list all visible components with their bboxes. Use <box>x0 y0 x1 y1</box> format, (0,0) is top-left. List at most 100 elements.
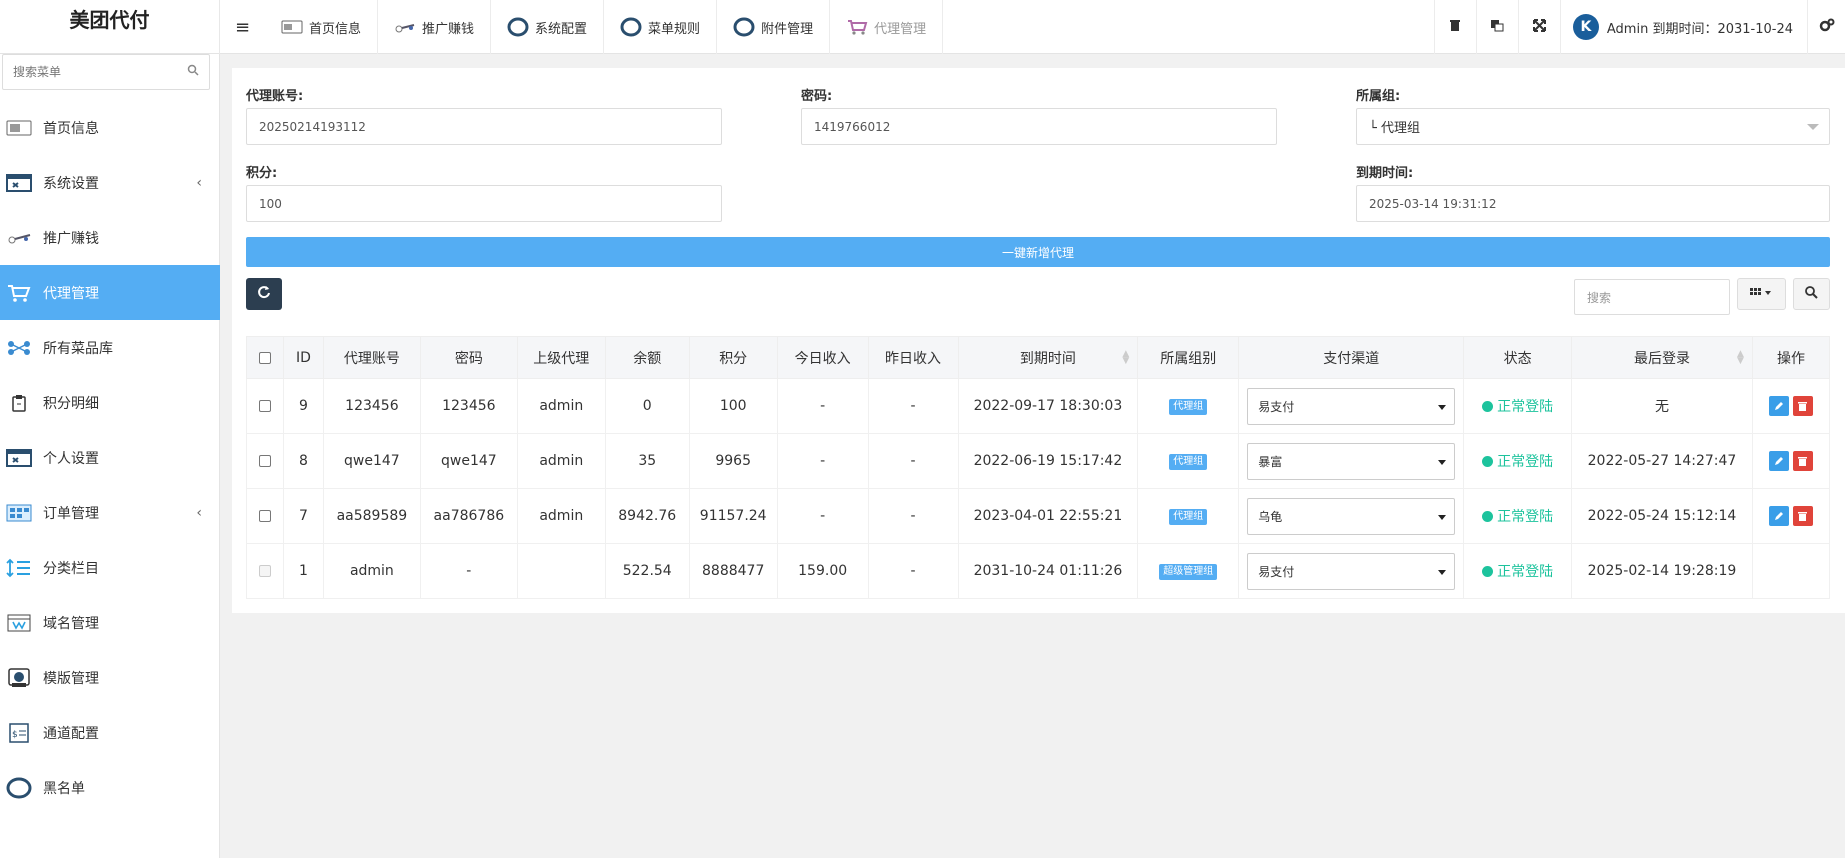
agent-table: ID 代理账号 密码 上级代理 余额 积分 今日收入 昨日收入 到期时间 ▲ ▼ 所… <box>246 336 1831 599</box>
add-agent-button[interactable]: 一键新增代理 <box>246 237 1830 267</box>
user-info[interactable]: K Admin 到期时间：2031-10-24 <box>1559 0 1807 54</box>
pay-channel-select[interactable]: 易支付 <box>1247 552 1456 590</box>
tab-attachments[interactable]: 附件管理 <box>717 0 831 54</box>
cell-actions <box>1751 433 1831 489</box>
cart-icon <box>4 283 34 303</box>
sidebar-item-agent-management[interactable]: 代理管理 <box>0 265 220 320</box>
satellite-icon <box>394 20 416 34</box>
translate-button[interactable] <box>1475 0 1518 54</box>
row-select-cell[interactable] <box>246 488 284 544</box>
chevron-down-icon <box>1438 404 1447 410</box>
row-checkbox[interactable] <box>258 400 271 412</box>
sidebar-item-promote[interactable]: 推广赚钱 <box>0 210 220 265</box>
cell-pay-channel: 暴富 <box>1238 433 1465 489</box>
select-all-checkbox[interactable] <box>258 351 271 364</box>
clipboard-icon <box>4 393 34 413</box>
select-all-cell[interactable] <box>246 336 284 379</box>
chevron-down-icon <box>1438 514 1447 520</box>
sidebar-item-category[interactable]: 分类栏目 <box>0 540 220 595</box>
cell-last-login: 2022-05-27 14:27:47 <box>1571 433 1753 489</box>
cell-actions <box>1751 378 1831 434</box>
window-icon <box>4 448 34 468</box>
cell-today-income: - <box>776 378 869 434</box>
cell-today-income: - <box>776 433 869 489</box>
refresh-button[interactable] <box>246 278 282 310</box>
edit-button[interactable] <box>1768 451 1789 471</box>
tab-system-config[interactable]: 系统配置 <box>491 0 605 54</box>
row-checkbox[interactable] <box>258 455 271 467</box>
pay-channel-select[interactable]: 乌龟 <box>1247 497 1456 535</box>
pay-channel-select[interactable]: 暴富 <box>1247 442 1456 480</box>
sidebar-item-system-settings[interactable]: 系统设置 ‹ <box>0 155 220 210</box>
delete-button[interactable] <box>1792 506 1813 526</box>
tab-menu-rules[interactable]: 菜单规则 <box>604 0 718 54</box>
sidebar-item-blacklist[interactable]: 黑名单 <box>0 760 220 815</box>
sidebar-item-label: 首页信息 <box>43 120 99 137</box>
satellite-icon <box>4 228 34 248</box>
row-select-cell[interactable] <box>246 378 284 434</box>
header-expire[interactable]: 到期时间 ▲ ▼ <box>957 336 1139 379</box>
sidebar-menu: 首页信息 系统设置 ‹ 推广赚钱 代理管理 所有菜品库 积分明细 个人设置 订单… <box>0 100 220 815</box>
tab-agent-management[interactable]: 代理管理 <box>830 0 944 54</box>
sidebar-item-label: 通道配置 <box>43 725 99 742</box>
menu-toggle-button[interactable]: ≡ <box>220 0 265 54</box>
tab-label: 代理管理 <box>874 21 927 37</box>
network-icon <box>4 338 34 358</box>
sidebar-item-points-detail[interactable]: 积分明细 <box>0 375 220 430</box>
sidebar-search-input[interactable] <box>13 65 187 79</box>
tab-home-info[interactable]: 首页信息 <box>265 0 379 54</box>
delete-button[interactable] <box>1792 396 1813 416</box>
tab-promote[interactable]: 推广赚钱 <box>378 0 492 54</box>
header-account: 代理账号 <box>322 336 421 379</box>
pay-channel-select[interactable]: 易支付 <box>1247 387 1456 425</box>
group-select[interactable]: └ 代理组 <box>1356 108 1830 145</box>
cell-pay-channel: 易支付 <box>1238 543 1465 599</box>
sidebar-item-domain[interactable]: 域名管理 <box>0 595 220 650</box>
columns-toggle-button[interactable] <box>1737 278 1786 310</box>
cell-expire: 2023-04-01 22:55:21 <box>957 488 1139 544</box>
clear-cache-button[interactable] <box>1433 0 1476 54</box>
group-badge: 超级管理组 <box>1159 564 1218 580</box>
row-select-cell[interactable] <box>246 433 284 489</box>
cell-group: 代理组 <box>1137 433 1240 489</box>
edit-button[interactable] <box>1768 396 1789 416</box>
points-input[interactable]: 100 <box>246 185 722 222</box>
expire-input[interactable]: 2025-03-14 19:31:12 <box>1356 185 1830 222</box>
chevron-down-icon <box>1807 124 1819 130</box>
cell-id: 1 <box>282 543 324 599</box>
settings-button[interactable] <box>1807 0 1845 54</box>
cell-password: - <box>419 543 518 599</box>
cell-points: 100 <box>688 378 778 434</box>
main-panel: 代理账号: 20250214193112 密码: 1419766012 所属组:… <box>232 68 1845 613</box>
header-last-login[interactable]: 最后登录 ▲ ▼ <box>1571 336 1753 379</box>
cell-account: qwe147 <box>322 433 421 489</box>
ring-icon <box>733 17 755 37</box>
gears-icon <box>1819 18 1835 36</box>
edit-button[interactable] <box>1768 506 1789 526</box>
fullscreen-button[interactable] <box>1517 0 1560 54</box>
cell-points: 9965 <box>688 433 778 489</box>
sidebar-item-order-management[interactable]: 订单管理 ‹ <box>0 485 220 540</box>
password-input[interactable]: 1419766012 <box>801 108 1277 145</box>
sidebar-item-channel-config[interactable]: $ 通道配置 <box>0 705 220 760</box>
delete-button[interactable] <box>1792 451 1813 471</box>
table-search-button[interactable] <box>1793 278 1830 310</box>
sidebar-item-all-dishes[interactable]: 所有菜品库 <box>0 320 220 375</box>
row-checkbox[interactable] <box>258 510 271 522</box>
sidebar-item-personal-settings[interactable]: 个人设置 <box>0 430 220 485</box>
cell-balance: 522.54 <box>604 543 690 599</box>
sidebar-item-home-info[interactable]: 首页信息 <box>0 100 220 155</box>
sort-list-icon <box>4 558 34 578</box>
cell-account: aa589589 <box>322 488 421 544</box>
cell-actions <box>1751 488 1831 544</box>
sidebar-search[interactable] <box>2 54 210 90</box>
header-actions: 操作 <box>1751 336 1831 379</box>
cell-parent: admin <box>516 433 606 489</box>
cell-yesterday-income: - <box>867 543 959 599</box>
status-badge: 正常登陆 <box>1482 506 1553 526</box>
account-input[interactable]: 20250214193112 <box>246 108 722 145</box>
sidebar-item-template[interactable]: 模版管理 <box>0 650 220 705</box>
browser-w-icon <box>4 613 34 633</box>
table-search-input[interactable]: 搜索 <box>1574 279 1730 315</box>
translate-icon <box>1490 19 1504 36</box>
